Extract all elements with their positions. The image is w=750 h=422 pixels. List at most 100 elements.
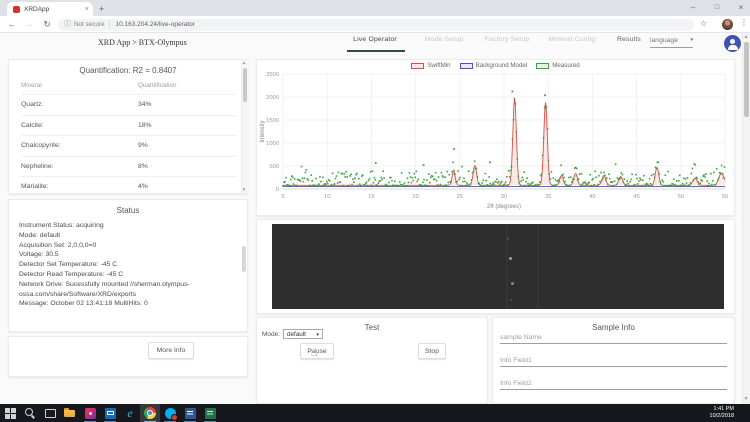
chart-legend: SwiftMin Background Model Measured (256, 62, 735, 69)
internet-explorer-icon[interactable]: e (120, 404, 140, 422)
svg-text:40: 40 (589, 194, 595, 200)
back-button[interactable]: ← (6, 19, 18, 30)
language-select[interactable]: language ▾ (650, 37, 693, 48)
svg-text:1500: 1500 (266, 118, 279, 124)
app-red-icon[interactable] (80, 404, 100, 422)
tab-mineral-config[interactable]: Mineral Config (539, 36, 605, 43)
skype-icon[interactable] (160, 404, 180, 422)
scroll-up-icon[interactable]: ▲ (241, 60, 247, 65)
app-red-glyph (84, 407, 96, 419)
browser-tab[interactable]: XRDApp × (7, 2, 93, 16)
svg-text:Intensity: Intensity (260, 120, 266, 142)
info-field2-input[interactable] (500, 377, 727, 390)
browser-menu-icon[interactable]: ⋮ (740, 18, 748, 27)
svg-text:15: 15 (368, 194, 374, 200)
mineral-name: Quartz: (21, 101, 44, 109)
mineral-name: Chalcopyrite: (21, 142, 61, 150)
site-info-icon[interactable]: ⓘ (64, 20, 71, 30)
mail-glyph (104, 407, 116, 419)
tab-results[interactable]: Results (605, 36, 653, 43)
mineral-name: Nepheline: (21, 162, 54, 170)
task-view-icon[interactable] (40, 404, 60, 422)
url-text: 10.163.204.24/live-operator (115, 21, 195, 28)
legend-item-background-model[interactable]: Background Model (459, 62, 527, 69)
window-maximize-button[interactable]: □ (710, 1, 724, 14)
mineral-quantification: 18% (138, 121, 152, 129)
window-close-button[interactable]: × (734, 1, 748, 14)
svg-text:55: 55 (722, 194, 728, 200)
page-title: XRD App > BTX-Olympus (98, 38, 187, 47)
window-minimize-button[interactable]: – (686, 1, 700, 14)
quantification-header-row: Mineral Quantification (21, 82, 247, 89)
sample-name-input[interactable] (500, 331, 727, 344)
windows-taskbar: e 1:41 PM 10/2/2018 (0, 404, 750, 422)
status-title: Status (116, 206, 140, 215)
svg-text:500: 500 (269, 164, 279, 170)
taskbar-clock[interactable]: 1:41 PM 10/2/2018 (710, 406, 734, 420)
scroll-down-icon[interactable]: ▼ (742, 396, 750, 402)
legend-swatch (411, 62, 425, 69)
file-explorer-icon[interactable] (60, 404, 80, 422)
diffractogram-panel: 5 10 15 20 25 30 35 40 45 50 55 0 500 1000 1500 2000 250… (256, 59, 735, 216)
reload-button[interactable]: ↻ (41, 19, 53, 30)
status-line: Voltage: 30.5 (19, 251, 59, 259)
more-info-panel (8, 336, 248, 377)
quantification-title: Quantification: R2 = 0.8407 (79, 66, 177, 75)
diffraction-spot (509, 257, 512, 260)
more-info-button[interactable]: More Info (148, 342, 194, 359)
status-scroll-thumb[interactable] (242, 246, 246, 272)
internet-explorer-glyph: e (127, 405, 133, 420)
tab-mode-setup[interactable]: Mode Setup (413, 36, 475, 43)
bookmark-star-icon[interactable]: ☆ (700, 19, 707, 28)
search-icon[interactable] (20, 404, 40, 422)
browser-tab-bar: XRDApp × + – □ × (0, 0, 750, 16)
chevron-down-icon: ▼ (315, 331, 320, 337)
browser-address-bar: ← → ↻ ⓘ Not secure 10.163.204.24/live-op… (0, 16, 750, 33)
page-scroll-thumb[interactable] (743, 42, 749, 117)
info-field1-input[interactable] (500, 354, 727, 367)
chevron-down-icon: ▾ (690, 37, 693, 43)
status-lines: Instrument Status: acquiring Mode: defaul… (19, 221, 225, 309)
screen: XRDApp × + – □ × ← → ↻ ⓘ Not secure 10.1… (0, 0, 750, 422)
tab-favicon-icon (13, 5, 20, 13)
browser-profile-avatar[interactable] (722, 18, 733, 30)
stop-button[interactable]: Stop (418, 343, 446, 359)
excel-icon[interactable] (200, 404, 220, 422)
security-label: Not secure (74, 21, 105, 28)
table-row: Chalcopyrite: 9% (21, 135, 237, 156)
forward-button[interactable]: → (23, 19, 35, 30)
word-glyph (184, 407, 196, 419)
omnibox-divider (109, 20, 111, 29)
tab-factory-setup[interactable]: Factory Setup (475, 36, 539, 43)
status-line: Instrument Status: acquiring (19, 222, 104, 229)
start-icon[interactable] (0, 404, 20, 422)
status-line: Network Drive: Sucessfully mounted //she… (19, 280, 190, 298)
scroll-up-icon[interactable]: ▲ (742, 34, 750, 40)
chrome-glyph (144, 407, 156, 419)
new-tab-button[interactable]: + (99, 3, 104, 15)
chrome-icon[interactable] (140, 404, 160, 422)
status-line: Detector Read Temperature: -45 C (19, 270, 124, 278)
status-line: Mode: default (19, 231, 61, 239)
mode-select[interactable]: default ▼ (283, 329, 323, 339)
tab-live-operator[interactable]: Live Operator (337, 36, 413, 43)
column-header-quantification: Quantification (138, 82, 177, 89)
url-input[interactable]: ⓘ Not secure 10.163.204.24/live-operator (58, 18, 694, 31)
mouse-cursor: ☝ (311, 348, 318, 359)
status-line: Detector Set Temperature: -45 C (19, 261, 118, 269)
legend-item-swiftmin[interactable]: SwiftMin (411, 62, 451, 69)
mail-icon[interactable] (100, 404, 120, 422)
svg-text:0: 0 (276, 187, 279, 193)
scroll-down-icon[interactable]: ▼ (241, 187, 247, 192)
word-icon[interactable] (180, 404, 200, 422)
legend-item-measured[interactable]: Measured (536, 62, 580, 69)
legend-swatch (536, 62, 550, 69)
svg-text:2000: 2000 (266, 95, 279, 101)
quantification-scroll-thumb[interactable] (242, 68, 247, 102)
mineral-name: Calcite: (21, 121, 44, 129)
diffraction-streak (506, 224, 508, 309)
tab-close-icon[interactable]: × (85, 6, 89, 13)
mineral-quantification: 9% (138, 142, 148, 150)
quantification-panel: Quantification: R2 = 0.8407 Mineral Quan… (8, 59, 248, 194)
user-avatar-button[interactable] (724, 35, 741, 52)
